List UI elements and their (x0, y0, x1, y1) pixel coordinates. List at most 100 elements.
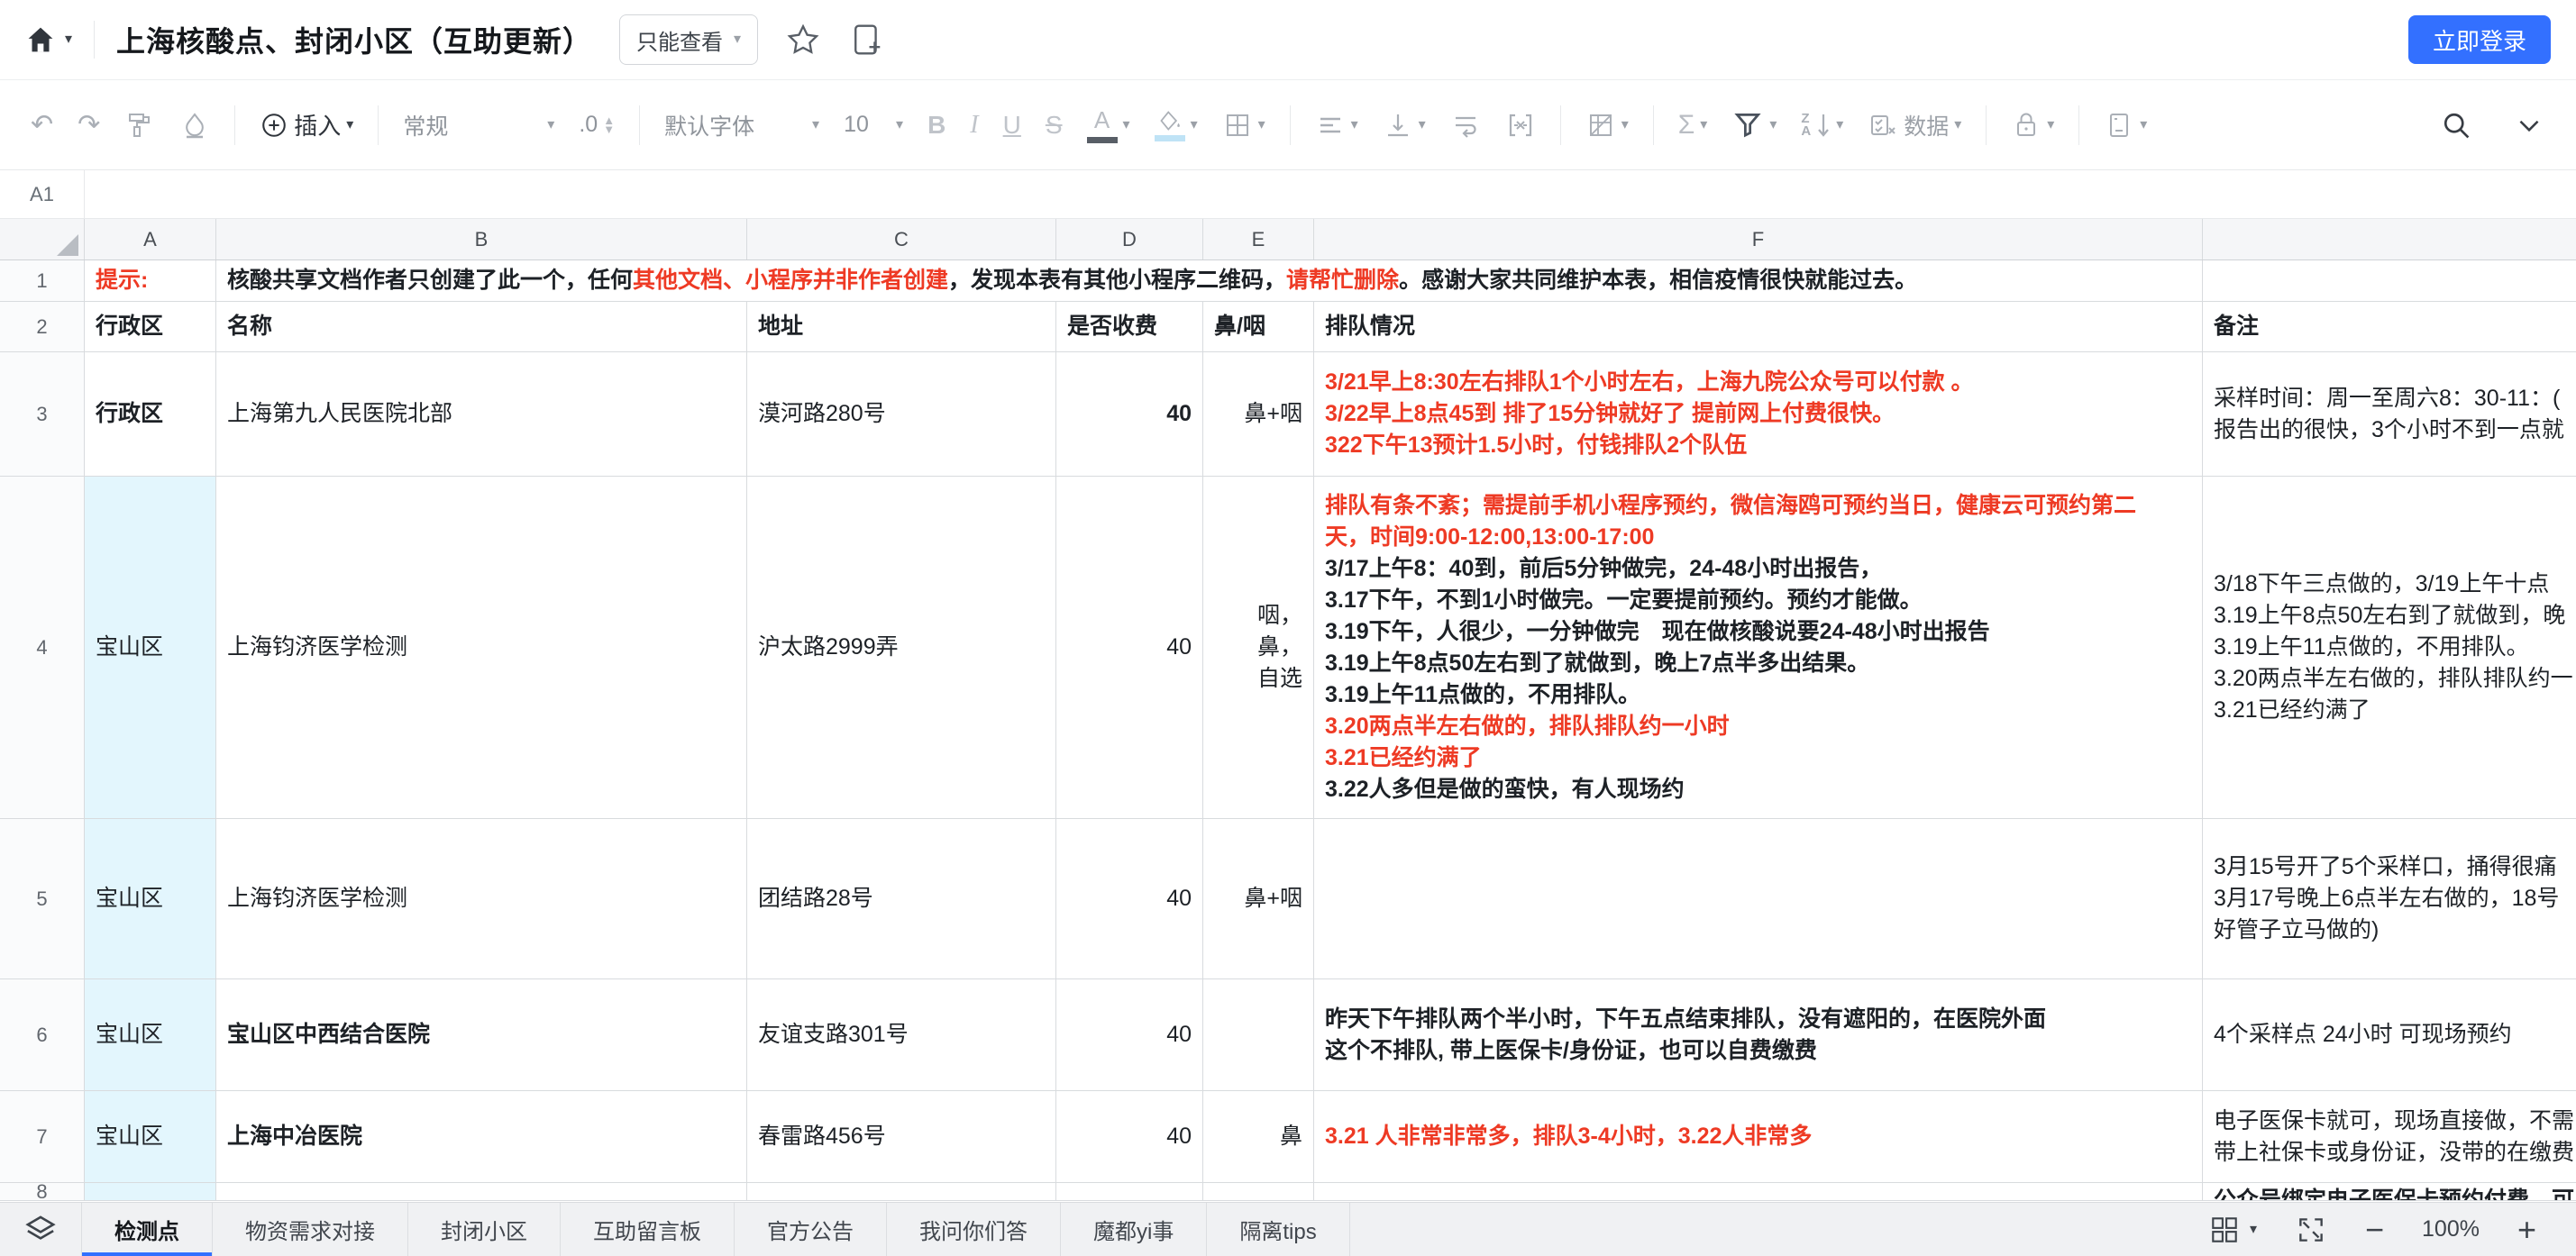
sheet-tab-3[interactable]: 封闭小区 (408, 1203, 561, 1256)
freeze-panes-button[interactable]: ▾ (1585, 110, 1629, 141)
cell-F5[interactable] (1314, 819, 2203, 978)
font-size-select[interactable]: 10 ▾ (844, 112, 903, 138)
cell-A6[interactable]: 宝山区 (85, 979, 216, 1090)
column-header-offscreen[interactable] (2203, 219, 2576, 259)
column-header-C[interactable]: C (747, 219, 1056, 259)
sheet-list-button[interactable] (0, 1203, 81, 1256)
row-header-1[interactable]: 1 (0, 260, 85, 301)
sheet-tab-4[interactable]: 互助留言板 (561, 1203, 735, 1256)
cell-B1[interactable]: 核酸共享文档作者只创建了此一个，任何其他文档、小程序并非作者创建，发现本表有其他… (216, 260, 2203, 301)
sheet-tab-7[interactable]: 魔都yi事 (1061, 1203, 1207, 1256)
sheet-tab-8[interactable]: 隔离tips (1207, 1203, 1349, 1256)
row-header-2[interactable]: 2 (0, 302, 85, 351)
filter-button[interactable]: ▾ (1731, 109, 1777, 141)
zoom-out-button[interactable]: − (2365, 1214, 2384, 1246)
format-painter-button[interactable] (124, 110, 155, 141)
horizontal-align-button[interactable]: ▾ (1315, 110, 1358, 141)
cell-F2[interactable]: 排队情况 (1314, 302, 2203, 351)
cell-D3[interactable]: 40 (1056, 352, 1203, 476)
column-header-E[interactable]: E (1203, 219, 1314, 259)
sum-button[interactable]: Σ ▾ (1678, 110, 1708, 141)
italic-button[interactable]: I (970, 111, 978, 140)
cell-A5[interactable]: 宝山区 (85, 819, 216, 978)
sheet-tab-1[interactable]: 检测点 (81, 1203, 213, 1256)
select-all-corner[interactable] (0, 219, 85, 259)
permission-button[interactable]: 只能查看 ▾ (619, 14, 758, 65)
search-icon[interactable] (2439, 108, 2473, 142)
cell-B3[interactable]: 上海第九人民医院北部 (216, 352, 747, 476)
cell-F8[interactable] (1314, 1183, 2203, 1200)
cell-E6[interactable] (1203, 979, 1314, 1090)
cell-C6[interactable]: 友谊支路301号 (747, 979, 1056, 1090)
cell-E4[interactable]: 咽，鼻，自选 (1203, 477, 1314, 818)
cell-B4[interactable]: 上海钧济医学检测 (216, 477, 747, 818)
text-wrap-button[interactable] (1450, 110, 1481, 141)
row-header-6[interactable]: 6 (0, 979, 85, 1090)
sort-button[interactable]: Z A ▾ (1801, 112, 1843, 139)
formula-input[interactable] (85, 170, 2576, 218)
cell-note-button[interactable]: ▾ (2104, 110, 2147, 141)
cell-F4[interactable]: 排队有条不紊；需提前手机小程序预约，微信海鸥可预约当日，健康云可预约第二天，时间… (1314, 477, 2203, 818)
star-button[interactable] (785, 22, 821, 58)
cell-reference-box[interactable]: A1 (0, 170, 85, 218)
cell-D6[interactable]: 40 (1056, 979, 1203, 1090)
clear-format-button[interactable] (179, 110, 210, 141)
cell-E8[interactable] (1203, 1183, 1314, 1200)
new-document-button[interactable] (848, 22, 884, 58)
sheet-tab-5[interactable]: 官方公告 (735, 1203, 887, 1256)
column-header-A[interactable]: A (85, 219, 216, 259)
vertical-align-button[interactable]: ▾ (1383, 110, 1426, 141)
home-button[interactable]: ▾ (23, 23, 72, 57)
zoom-in-button[interactable]: + (2517, 1214, 2536, 1246)
cell-E3[interactable]: 鼻+咽 (1203, 352, 1314, 476)
cell-D2[interactable]: 是否收费 (1056, 302, 1203, 351)
cell-G5[interactable]: 3月15号开了5个采样口，捅得很痛3月17号晚上6点半左右做的，18号好管子立马… (2203, 819, 2576, 978)
cell-B6[interactable]: 宝山区中西结合医院 (216, 979, 747, 1090)
cell-G4[interactable]: 3/18下午三点做的，3/19上午十点3.19上午8点50左右到了就做到，晚3.… (2203, 477, 2576, 818)
cell-C2[interactable]: 地址 (747, 302, 1056, 351)
insert-button[interactable]: 插入 ▾ (260, 108, 353, 141)
sheet-grid-view-button[interactable]: ▾ (2208, 1214, 2257, 1246)
cell-C8[interactable] (747, 1183, 1056, 1200)
cell-D7[interactable]: 40 (1056, 1091, 1203, 1182)
cell-G8[interactable]: 公众号绑定电子医保卡预约付费，可 (2203, 1183, 2576, 1200)
column-header-B[interactable]: B (216, 219, 747, 259)
cell-E5[interactable]: 鼻+咽 (1203, 819, 1314, 978)
cell-D8[interactable] (1056, 1183, 1203, 1200)
cell-E2[interactable]: 鼻/咽 (1203, 302, 1314, 351)
underline-button[interactable]: U (1003, 111, 1021, 140)
cell-A1[interactable]: 提示: (85, 260, 216, 301)
cell-F7[interactable]: 3.21 人非常非常多，排队3-4小时，3.22人非常多 (1314, 1091, 2203, 1182)
decimal-stepper[interactable]: .0 ▲▼ (579, 112, 615, 138)
borders-button[interactable]: ▾ (1222, 110, 1265, 141)
column-header-F[interactable]: F (1314, 219, 2203, 259)
cell-E7[interactable]: 鼻 (1203, 1091, 1314, 1182)
collapse-toolbar-chevron-icon[interactable] (2513, 109, 2545, 141)
fill-color-button[interactable]: ▾ (1155, 109, 1198, 141)
cell-G6[interactable]: 4个采样点 24小时 可现场预约 (2203, 979, 2576, 1090)
cell-B5[interactable]: 上海钧济医学检测 (216, 819, 747, 978)
redo-button[interactable]: ↷ (78, 112, 100, 139)
row-header-4[interactable]: 4 (0, 477, 85, 818)
cell-D4[interactable]: 40 (1056, 477, 1203, 818)
cell-C5[interactable]: 团结路28号 (747, 819, 1056, 978)
font-family-select[interactable]: 默认字体 ▾ (664, 109, 819, 141)
cell-C7[interactable]: 春雷路456号 (747, 1091, 1056, 1182)
number-format-select[interactable]: 常规 ▾ (403, 109, 554, 141)
sheet-tab-2[interactable]: 物资需求对接 (213, 1203, 408, 1256)
protect-button[interactable]: ▾ (2011, 110, 2054, 141)
row-header-7[interactable]: 7 (0, 1091, 85, 1182)
cell-G2[interactable]: 备注 (2203, 302, 2576, 351)
cell-A4[interactable]: 宝山区 (85, 477, 216, 818)
fullscreen-icon[interactable] (2295, 1214, 2327, 1246)
cell-F3[interactable]: 3/21早上8:30左右排队1个小时左右，上海九院公众号可以付款 。3/22早上… (1314, 352, 2203, 476)
cell-D5[interactable]: 40 (1056, 819, 1203, 978)
strikethrough-button[interactable]: S (1046, 111, 1063, 140)
cell-C3[interactable]: 漠河路280号 (747, 352, 1056, 476)
cell-G3[interactable]: 采样时间：周一至周六8：30-11：(报告出的很快，3个小时不到一点就 (2203, 352, 2576, 476)
undo-button[interactable]: ↶ (31, 112, 53, 139)
text-color-button[interactable]: A ▾ (1087, 106, 1130, 143)
cell-B2[interactable]: 名称 (216, 302, 747, 351)
row-header-3[interactable]: 3 (0, 352, 85, 476)
merge-cells-button[interactable] (1505, 110, 1536, 141)
